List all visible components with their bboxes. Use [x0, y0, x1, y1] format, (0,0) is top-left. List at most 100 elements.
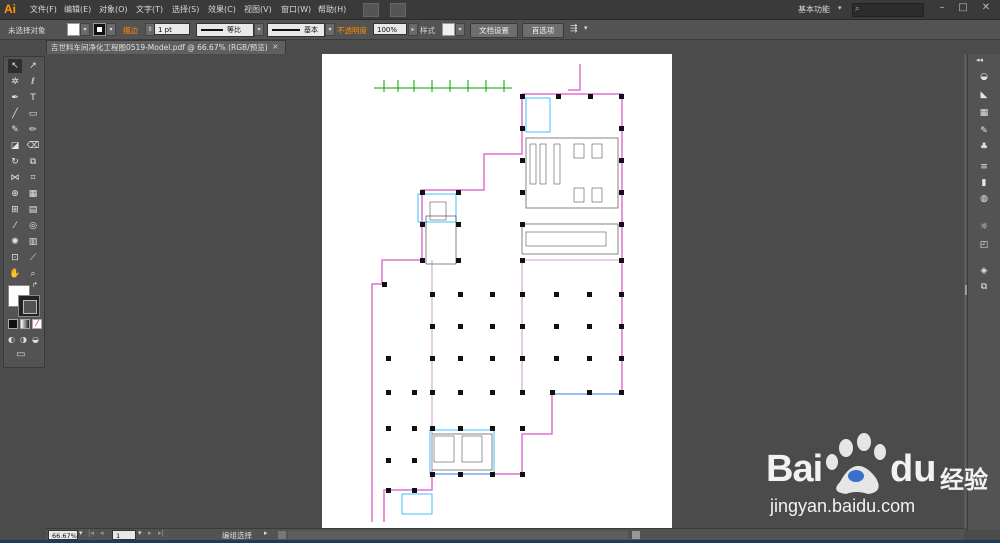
eraser-icon[interactable]: ⌫: [26, 139, 40, 153]
brush-definition[interactable]: 基本: [267, 23, 325, 37]
shape-builder-icon[interactable]: ⊕: [8, 187, 22, 201]
menu-help[interactable]: 帮助(H): [318, 4, 346, 15]
artboard-tool-icon[interactable]: ⊡: [8, 251, 22, 265]
stroke-dropdown[interactable]: ▾: [106, 23, 116, 36]
menu-effect[interactable]: 效果(C): [208, 4, 236, 15]
type-tool-icon[interactable]: T: [26, 91, 40, 105]
fill-swatch[interactable]: [67, 23, 80, 36]
opacity-dropdown[interactable]: ▸: [408, 23, 418, 36]
gradient-mode-icon[interactable]: [20, 319, 30, 329]
chevron-down-icon[interactable]: ▾: [838, 4, 842, 12]
workspace-switcher[interactable]: 基本功能: [798, 4, 830, 15]
rotate-tool-icon[interactable]: ↻: [8, 155, 22, 169]
menu-edit[interactable]: 编辑(E): [64, 4, 91, 15]
preferences-button[interactable]: 首选项: [522, 23, 564, 38]
graphic-styles-icon[interactable]: ◰: [977, 238, 991, 252]
brushes-icon[interactable]: ✎: [977, 124, 991, 138]
fill-dropdown[interactable]: ▾: [80, 23, 90, 36]
arrange-documents-icon[interactable]: [390, 3, 406, 17]
blob-brush-icon[interactable]: ◪: [8, 139, 22, 153]
symbols-icon[interactable]: ♣: [977, 140, 991, 154]
zoom-field[interactable]: 66.67%: [48, 530, 78, 540]
transparency-icon[interactable]: ◍: [977, 192, 991, 206]
line-tool-icon[interactable]: ╱: [8, 107, 22, 121]
last-page-icon[interactable]: ▸|: [158, 529, 164, 537]
first-page-icon[interactable]: |◂: [88, 529, 94, 537]
profile-dropdown[interactable]: ▾: [254, 23, 264, 36]
brush-dropdown[interactable]: ▾: [325, 23, 335, 36]
scroll-right-icon[interactable]: [632, 531, 640, 539]
color-mode-icon[interactable]: [8, 319, 18, 329]
opacity-field[interactable]: 100%: [373, 23, 407, 35]
paintbrush-icon[interactable]: ✎: [8, 123, 22, 137]
gradient-panel-icon[interactable]: ▮: [977, 176, 991, 190]
hand-tool-icon[interactable]: ✋: [8, 267, 22, 281]
document-setup-button[interactable]: 文档设置: [470, 23, 518, 38]
lasso-icon[interactable]: ℓ: [26, 75, 40, 89]
menu-object[interactable]: 对象(O): [99, 4, 128, 15]
stroke-swatch[interactable]: [93, 23, 106, 36]
maximize-icon[interactable]: □: [957, 2, 969, 14]
menu-file[interactable]: 文件(F): [30, 4, 57, 15]
mesh-tool-icon[interactable]: ⊞: [8, 203, 22, 217]
eyedropper-icon[interactable]: ⁄: [8, 219, 22, 233]
close-tab-icon[interactable]: ×: [272, 42, 279, 51]
width-tool-icon[interactable]: ⋈: [8, 171, 22, 185]
search-input[interactable]: ⌕: [852, 3, 924, 17]
zoom-dropdown-icon[interactable]: ▾: [79, 529, 83, 537]
style-swatch[interactable]: [442, 23, 455, 36]
slice-tool-icon[interactable]: ⟋: [26, 251, 40, 265]
close-icon[interactable]: ✕: [980, 2, 992, 14]
gradient-tool-icon[interactable]: ▤: [26, 203, 40, 217]
direct-selection-tool-icon[interactable]: ↗: [26, 59, 40, 73]
draw-inside-icon[interactable]: ◒: [32, 335, 39, 344]
swap-colors-icon[interactable]: ↱: [32, 281, 38, 289]
screen-mode-icon[interactable]: ▭: [16, 349, 25, 360]
scroll-left-icon[interactable]: [278, 531, 286, 539]
none-mode-icon[interactable]: ⁄: [32, 319, 42, 329]
page-dropdown-icon[interactable]: ▾: [138, 529, 142, 537]
bridge-icon[interactable]: [363, 3, 379, 17]
swatches-icon[interactable]: ▦: [977, 106, 991, 120]
menu-type[interactable]: 文字(T): [136, 4, 163, 15]
draw-behind-icon[interactable]: ◑: [20, 335, 27, 344]
zoom-tool-icon[interactable]: ⌕: [26, 267, 40, 281]
symbol-sprayer-icon[interactable]: ✺: [8, 235, 22, 249]
color-guide-icon[interactable]: ◒: [977, 70, 991, 84]
horizontal-scrollbar[interactable]: [288, 531, 628, 539]
stroke-color-swatch[interactable]: [18, 295, 40, 317]
layers-icon[interactable]: ◈: [977, 264, 991, 278]
next-page-icon[interactable]: ▸: [148, 529, 152, 537]
pen-tool-icon[interactable]: ✒: [8, 91, 22, 105]
opacity-label[interactable]: 不透明度: [337, 25, 367, 36]
stroke-panel-icon[interactable]: ≡: [977, 160, 991, 174]
color-panel-icon[interactable]: ◣: [977, 88, 991, 102]
free-transform-icon[interactable]: ⌗: [26, 171, 40, 185]
stroke-weight-field[interactable]: 1 pt: [154, 23, 190, 35]
menu-view[interactable]: 视图(V): [244, 4, 272, 15]
status-menu-icon[interactable]: ▸: [264, 529, 268, 537]
page-field[interactable]: 1: [112, 530, 136, 540]
draw-normal-icon[interactable]: ◐: [8, 335, 15, 344]
perspective-grid-icon[interactable]: ▦: [26, 187, 40, 201]
rectangle-tool-icon[interactable]: ▭: [26, 107, 40, 121]
appearance-icon[interactable]: ☼: [977, 220, 991, 234]
prev-page-icon[interactable]: ◂: [100, 529, 104, 537]
style-dropdown[interactable]: ▾: [455, 23, 465, 36]
magic-wand-icon[interactable]: ✲: [8, 75, 22, 89]
stroke-label[interactable]: 描边: [123, 25, 138, 36]
blend-tool-icon[interactable]: ◎: [26, 219, 40, 233]
chevron-down-icon[interactable]: ▾: [584, 24, 588, 32]
variable-width-profile[interactable]: 等比: [196, 23, 254, 37]
artboard[interactable]: [322, 54, 672, 528]
menu-select[interactable]: 选择(S): [172, 4, 199, 15]
scale-tool-icon[interactable]: ⧉: [26, 155, 40, 169]
artboards-panel-icon[interactable]: ⧉: [977, 280, 991, 294]
selection-tool-icon[interactable]: ↖: [8, 59, 22, 73]
document-tab[interactable]: 吉世料车间净化工程图0519-Model.pdf @ 66.67% (RGB/预…: [46, 40, 286, 54]
collapse-panels-icon[interactable]: ◂◂: [976, 56, 983, 64]
pencil-icon[interactable]: ✏: [26, 123, 40, 137]
minimize-icon[interactable]: –: [936, 2, 948, 14]
menu-window[interactable]: 窗口(W): [281, 4, 311, 15]
graph-tool-icon[interactable]: ▥: [26, 235, 40, 249]
